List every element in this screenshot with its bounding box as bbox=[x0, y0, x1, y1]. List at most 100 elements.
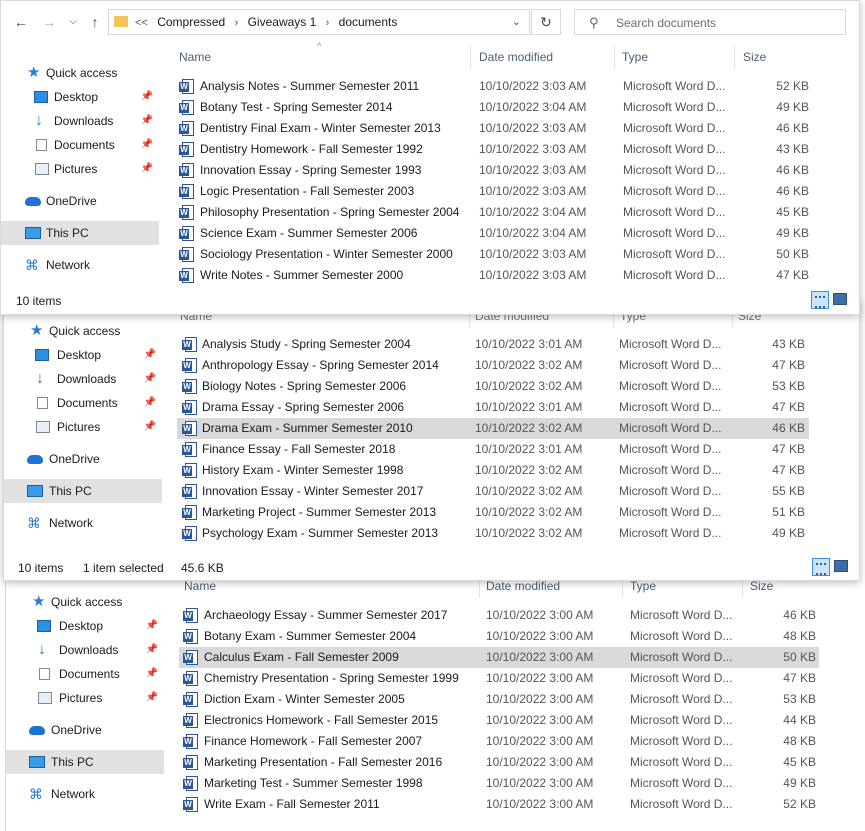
file-date-modified: 10/10/2022 3:02 AM bbox=[475, 463, 583, 477]
column-divider[interactable] bbox=[614, 45, 615, 69]
folder-icon bbox=[114, 16, 128, 27]
file-row[interactable]: W Innovation Essay - Winter Semester 2017… bbox=[177, 481, 809, 502]
nav-this-pc[interactable]: This PC bbox=[4, 479, 162, 503]
file-row[interactable]: W Marketing Test - Summer Semester 1998 10… bbox=[179, 773, 819, 794]
file-row[interactable]: W Analysis Study - Spring Semester 2004 10… bbox=[177, 334, 809, 355]
chevron-down-icon[interactable]: ⌄ bbox=[512, 15, 521, 28]
file-row[interactable]: W Marketing Presentation - Fall Semester … bbox=[179, 752, 819, 773]
file-row[interactable]: W Calculus Exam - Fall Semester 2009 10/10… bbox=[179, 647, 819, 668]
nav-downloads[interactable]: ↓ Downloads 📌 bbox=[6, 638, 164, 662]
file-row[interactable]: W Botany Exam - Summer Semester 2004 10/10… bbox=[179, 626, 819, 647]
nav-desktop[interactable]: Desktop 📌 bbox=[1, 85, 159, 109]
download-arrow-icon: ↓ bbox=[38, 641, 46, 658]
chevron-right-icon[interactable]: › bbox=[326, 17, 330, 29]
nav-this-pc[interactable]: This PC bbox=[6, 750, 164, 774]
file-row[interactable]: W Finance Homework - Fall Semester 2007 10… bbox=[179, 731, 819, 752]
file-row[interactable]: W Botany Test - Spring Semester 2014 10/10… bbox=[174, 97, 810, 118]
nav-network[interactable]: ⌘ Network bbox=[1, 253, 159, 277]
back-arrow-icon[interactable]: ← bbox=[13, 14, 29, 30]
nav-pictures[interactable]: Pictures 📌 bbox=[6, 686, 164, 710]
file-row[interactable]: W Marketing Project - Summer Semester 201… bbox=[177, 502, 809, 523]
breadcrumb-overflow[interactable]: << bbox=[135, 17, 148, 29]
file-row[interactable]: W Innovation Essay - Spring Semester 1993… bbox=[174, 160, 810, 181]
column-name[interactable]: Name bbox=[179, 45, 211, 69]
file-size: 47 KB bbox=[783, 671, 816, 685]
nav-label: Quick access bbox=[46, 66, 118, 80]
pin-icon: 📌 bbox=[140, 139, 153, 150]
file-row[interactable]: W Dentistry Final Exam - Winter Semester … bbox=[174, 118, 810, 139]
file-date-modified: 10/10/2022 3:01 AM bbox=[475, 400, 583, 414]
nav-downloads[interactable]: ↓ Downloads 📌 bbox=[4, 367, 162, 391]
file-size: 55 KB bbox=[772, 484, 805, 498]
file-name: History Exam - Winter Semester 1998 bbox=[202, 463, 404, 477]
breadcrumb-item[interactable]: Giveaways 1 bbox=[248, 15, 317, 29]
details-view-icon[interactable] bbox=[811, 291, 829, 309]
breadcrumb-item[interactable]: Compressed bbox=[157, 15, 225, 29]
refresh-icon[interactable]: ↻ bbox=[531, 9, 561, 35]
nav-label: Desktop bbox=[57, 348, 102, 362]
file-row[interactable]: W Write Notes - Summer Semester 2000 10/10… bbox=[174, 265, 810, 286]
file-row[interactable]: W Anthropology Essay - Spring Semester 20… bbox=[177, 355, 809, 376]
file-row[interactable]: W Archaeology Essay - Summer Semester 201… bbox=[179, 605, 819, 626]
nav-onedrive[interactable]: OneDrive bbox=[4, 447, 162, 471]
nav-quick-access[interactable]: ★ Quick access bbox=[1, 61, 159, 85]
nav-onedrive[interactable]: OneDrive bbox=[6, 718, 164, 742]
up-arrow-icon[interactable]: ↑ bbox=[87, 14, 103, 30]
file-row[interactable]: W Chemistry Presentation - Spring Semeste… bbox=[179, 668, 819, 689]
file-name: Finance Essay - Fall Semester 2018 bbox=[202, 442, 396, 456]
nav-network[interactable]: ⌘ Network bbox=[6, 782, 164, 806]
nav-documents[interactable]: Documents 📌 bbox=[6, 662, 164, 686]
column-divider[interactable] bbox=[470, 45, 471, 69]
file-row[interactable]: W Electronics Homework - Fall Semester 20… bbox=[179, 710, 819, 731]
nav-quick-access[interactable]: ★ Quick access bbox=[6, 590, 164, 614]
nav-this-pc[interactable]: This PC bbox=[1, 221, 159, 245]
file-date-modified: 10/10/2022 3:02 AM bbox=[475, 526, 583, 540]
forward-arrow-icon[interactable]: → bbox=[41, 14, 57, 30]
column-type[interactable]: Type bbox=[622, 45, 648, 69]
large-icons-view-icon[interactable] bbox=[834, 560, 848, 572]
status-size: 45.6 KB bbox=[181, 561, 224, 575]
nav-desktop[interactable]: Desktop 📌 bbox=[6, 614, 164, 638]
breadcrumb-item[interactable]: documents bbox=[339, 15, 398, 29]
nav-onedrive[interactable]: OneDrive bbox=[1, 189, 159, 213]
nav-pictures[interactable]: Pictures 📌 bbox=[1, 157, 159, 181]
large-icons-view-icon[interactable] bbox=[833, 293, 847, 305]
recent-locations-chevron-icon[interactable]: ⌵ bbox=[65, 14, 81, 30]
column-size[interactable]: Size bbox=[743, 45, 766, 69]
column-divider[interactable] bbox=[734, 45, 735, 69]
chevron-right-icon[interactable]: › bbox=[235, 17, 239, 29]
file-row[interactable]: W History Exam - Winter Semester 1998 10/1… bbox=[177, 460, 809, 481]
file-row[interactable]: W Analysis Notes - Summer Semester 2011 10… bbox=[174, 76, 810, 97]
nav-network[interactable]: ⌘ Network bbox=[4, 511, 162, 535]
file-row[interactable]: W Logic Presentation - Fall Semester 2003… bbox=[174, 181, 810, 202]
file-row[interactable]: W Finance Essay - Fall Semester 2018 10/10… bbox=[177, 439, 809, 460]
word-document-icon: W bbox=[183, 734, 198, 749]
file-name: Finance Homework - Fall Semester 2007 bbox=[204, 734, 423, 748]
file-row[interactable]: W Science Exam - Summer Semester 2006 10/1… bbox=[174, 223, 810, 244]
nav-documents[interactable]: Documents 📌 bbox=[1, 133, 159, 157]
file-size: 43 KB bbox=[776, 142, 809, 156]
search-input[interactable]: ⚲ Search documents bbox=[574, 9, 846, 35]
file-row[interactable]: W Write Exam - Fall Semester 2011 10/10/20… bbox=[179, 794, 819, 815]
nav-label: Documents bbox=[57, 396, 118, 410]
file-row[interactable]: W Psychology Exam - Summer Semester 2013 1… bbox=[177, 523, 809, 544]
nav-documents[interactable]: Documents 📌 bbox=[4, 391, 162, 415]
file-row[interactable]: W Sociology Presentation - Winter Semeste… bbox=[174, 244, 810, 265]
column-date[interactable]: Date modified bbox=[479, 45, 553, 69]
file-row[interactable]: W Drama Essay - Spring Semester 2006 10/10… bbox=[177, 397, 809, 418]
nav-desktop[interactable]: Desktop 📌 bbox=[4, 343, 162, 367]
file-row[interactable]: W Philosophy Presentation - Spring Semest… bbox=[174, 202, 810, 223]
file-row[interactable]: W Dentistry Homework - Fall Semester 1992… bbox=[174, 139, 810, 160]
status-item-count: 10 items bbox=[18, 561, 64, 575]
address-bar[interactable]: << Compressed › Giveaways 1 › documents … bbox=[108, 9, 530, 35]
file-type: Microsoft Word D... bbox=[623, 163, 726, 177]
file-row[interactable]: W Drama Exam - Summer Semester 2010 10/10/… bbox=[177, 418, 809, 439]
word-document-icon: W bbox=[182, 400, 197, 415]
file-row[interactable]: W Biology Notes - Spring Semester 2006 10/… bbox=[177, 376, 809, 397]
nav-pictures[interactable]: Pictures 📌 bbox=[4, 415, 162, 439]
file-row[interactable]: W Diction Exam - Winter Semester 2005 10/1… bbox=[179, 689, 819, 710]
nav-quick-access[interactable]: ★ Quick access bbox=[4, 319, 162, 343]
nav-downloads[interactable]: ↓ Downloads 📌 bbox=[1, 109, 159, 133]
details-view-icon[interactable] bbox=[812, 558, 830, 576]
file-name: Electronics Homework - Fall Semester 201… bbox=[204, 713, 439, 727]
